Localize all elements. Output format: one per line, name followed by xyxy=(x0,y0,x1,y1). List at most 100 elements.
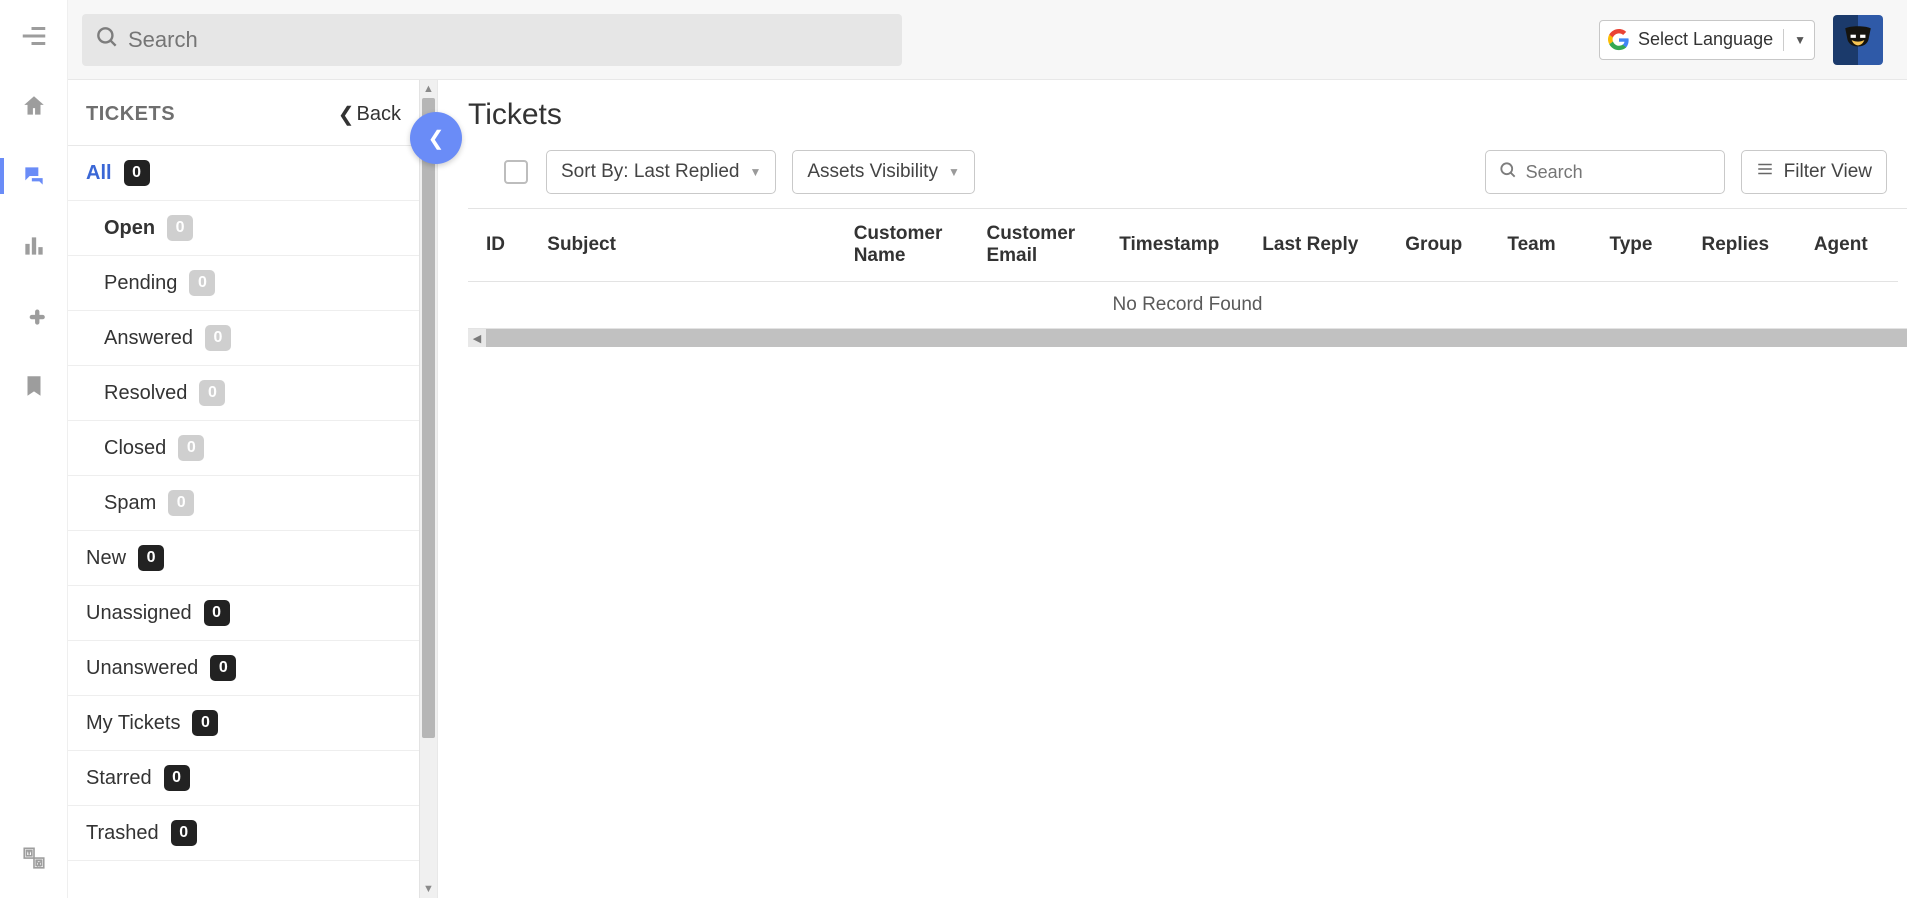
sort-label: Sort By: Last Replied xyxy=(561,161,739,183)
sidebar-item-spam[interactable]: Spam 0 xyxy=(68,476,419,531)
nav-bookmarks[interactable] xyxy=(0,364,67,408)
sidebar-item-label: Resolved xyxy=(104,382,187,405)
sidebar-item-label: Unanswered xyxy=(86,657,198,680)
count-badge: 0 xyxy=(167,215,193,241)
column-header[interactable]: Timestamp xyxy=(1101,209,1244,282)
column-header[interactable]: Type xyxy=(1592,209,1684,282)
collapse-sidepanel-button[interactable]: ❮ xyxy=(410,112,462,164)
sidebar-item-closed[interactable]: Closed 0 xyxy=(68,421,419,476)
count-badge: 0 xyxy=(124,160,150,186)
tickets-sidepanel: TICKETS ❮ Back All0Open0Pending0Answered… xyxy=(68,80,438,898)
column-header[interactable]: ID xyxy=(468,209,529,282)
sidebar-item-label: New xyxy=(86,547,126,570)
nav-rail xyxy=(0,0,68,898)
sidebar-item-starred[interactable]: Starred 0 xyxy=(68,751,419,806)
column-header[interactable]: Last Reply xyxy=(1244,209,1387,282)
sidebar-item-unassigned[interactable]: Unassigned 0 xyxy=(68,586,419,641)
caret-down-icon: ▼ xyxy=(948,165,960,179)
scroll-left-icon[interactable]: ◀ xyxy=(468,329,486,347)
sidebar-item-mytickets[interactable]: My Tickets 0 xyxy=(68,696,419,751)
sidebar-item-label: My Tickets xyxy=(86,712,180,735)
caret-down-icon: ▼ xyxy=(1794,33,1806,47)
nav-translate[interactable] xyxy=(0,836,67,880)
filter-icon xyxy=(1756,160,1774,184)
assets-label: Assets Visibility xyxy=(807,161,938,183)
column-header[interactable]: Replies xyxy=(1683,209,1795,282)
assets-visibility-dropdown[interactable]: Assets Visibility ▼ xyxy=(792,150,974,194)
column-header[interactable]: Subject xyxy=(529,209,835,282)
nav-tickets[interactable] xyxy=(0,154,67,198)
nav-plugins[interactable] xyxy=(0,294,67,338)
column-header[interactable]: Group xyxy=(1387,209,1489,282)
sidebar-item-label: Unassigned xyxy=(86,602,192,625)
column-header[interactable]: Customer Email xyxy=(968,209,1101,282)
nav-home[interactable] xyxy=(0,84,67,128)
count-badge: 0 xyxy=(178,435,204,461)
sidebar-item-label: All xyxy=(86,162,112,185)
sidebar-item-label: Starred xyxy=(86,767,152,790)
caret-down-icon: ▼ xyxy=(749,165,761,179)
sidepanel-scrollbar[interactable]: ▲ ▼ xyxy=(419,80,437,898)
count-badge: 0 xyxy=(210,655,236,681)
back-label: Back xyxy=(357,103,401,126)
column-header[interactable]: Agent xyxy=(1796,209,1898,282)
sidebar-item-label: Answered xyxy=(104,327,193,350)
search-icon xyxy=(1498,160,1518,185)
filter-label: Filter View xyxy=(1784,161,1872,183)
select-all-checkbox[interactable] xyxy=(504,160,528,184)
count-badge: 0 xyxy=(171,820,197,846)
back-button[interactable]: ❮ Back xyxy=(338,102,401,127)
user-avatar[interactable] xyxy=(1833,15,1883,65)
count-badge: 0 xyxy=(189,270,215,296)
global-search-input[interactable] xyxy=(128,27,890,53)
search-icon xyxy=(94,24,120,55)
global-search[interactable] xyxy=(82,14,902,66)
tickets-table-wrap: IDSubjectCustomer NameCustomer EmailTime… xyxy=(468,208,1907,347)
sidebar-item-resolved[interactable]: Resolved 0 xyxy=(68,366,419,421)
sidebar-item-new[interactable]: New 0 xyxy=(68,531,419,586)
count-badge: 0 xyxy=(138,545,164,571)
count-badge: 0 xyxy=(168,490,194,516)
table-header-row: IDSubjectCustomer NameCustomer EmailTime… xyxy=(468,209,1898,282)
tickets-table: IDSubjectCustomer NameCustomer EmailTime… xyxy=(468,209,1898,282)
table-horizontal-scrollbar[interactable]: ◀ xyxy=(468,329,1907,347)
column-header[interactable]: Team xyxy=(1489,209,1591,282)
column-header[interactable]: Customer Name xyxy=(836,209,969,282)
sidebar-item-all[interactable]: All 0 xyxy=(68,146,419,201)
sidepanel-title: TICKETS xyxy=(86,103,175,126)
sidebar-item-trashed[interactable]: Trashed 0 xyxy=(68,806,419,861)
sidebar-item-label: Spam xyxy=(104,492,156,515)
sidebar-item-label: Closed xyxy=(104,437,166,460)
tickets-toolbar: Sort By: Last Replied ▼ Assets Visibilit… xyxy=(468,150,1907,194)
scroll-up-icon[interactable]: ▲ xyxy=(420,80,437,98)
sidebar-item-unanswered[interactable]: Unanswered 0 xyxy=(68,641,419,696)
sidebar-item-label: Open xyxy=(104,217,155,240)
filter-view-button[interactable]: Filter View xyxy=(1741,150,1887,194)
chevron-left-icon: ❮ xyxy=(338,102,355,127)
count-badge: 0 xyxy=(192,710,218,736)
google-icon xyxy=(1608,29,1630,51)
tickets-search-input[interactable] xyxy=(1526,162,1712,183)
count-badge: 0 xyxy=(199,380,225,406)
language-label: Select Language xyxy=(1638,29,1773,50)
menu-toggle-icon[interactable] xyxy=(0,14,67,58)
tickets-search[interactable] xyxy=(1485,150,1725,194)
count-badge: 0 xyxy=(164,765,190,791)
scroll-down-icon[interactable]: ▼ xyxy=(420,880,437,898)
count-badge: 0 xyxy=(205,325,231,351)
sidebar-item-label: Pending xyxy=(104,272,177,295)
top-bar: Select Language ▼ xyxy=(68,0,1907,80)
sidebar-item-pending[interactable]: Pending 0 xyxy=(68,256,419,311)
page-title: Tickets xyxy=(468,98,1907,132)
language-select[interactable]: Select Language ▼ xyxy=(1599,20,1815,60)
sidebar-item-answered[interactable]: Answered 0 xyxy=(68,311,419,366)
nav-reports[interactable] xyxy=(0,224,67,268)
sidebar-item-open[interactable]: Open 0 xyxy=(68,201,419,256)
empty-state: No Record Found xyxy=(468,282,1907,329)
sidebar-item-label: Trashed xyxy=(86,822,159,845)
count-badge: 0 xyxy=(204,600,230,626)
chevron-left-icon: ❮ xyxy=(428,126,445,151)
sort-by-dropdown[interactable]: Sort By: Last Replied ▼ xyxy=(546,150,776,194)
scroll-thumb[interactable] xyxy=(422,98,435,738)
main-content: ❮ Tickets Sort By: Last Replied ▼ Assets… xyxy=(438,80,1907,898)
